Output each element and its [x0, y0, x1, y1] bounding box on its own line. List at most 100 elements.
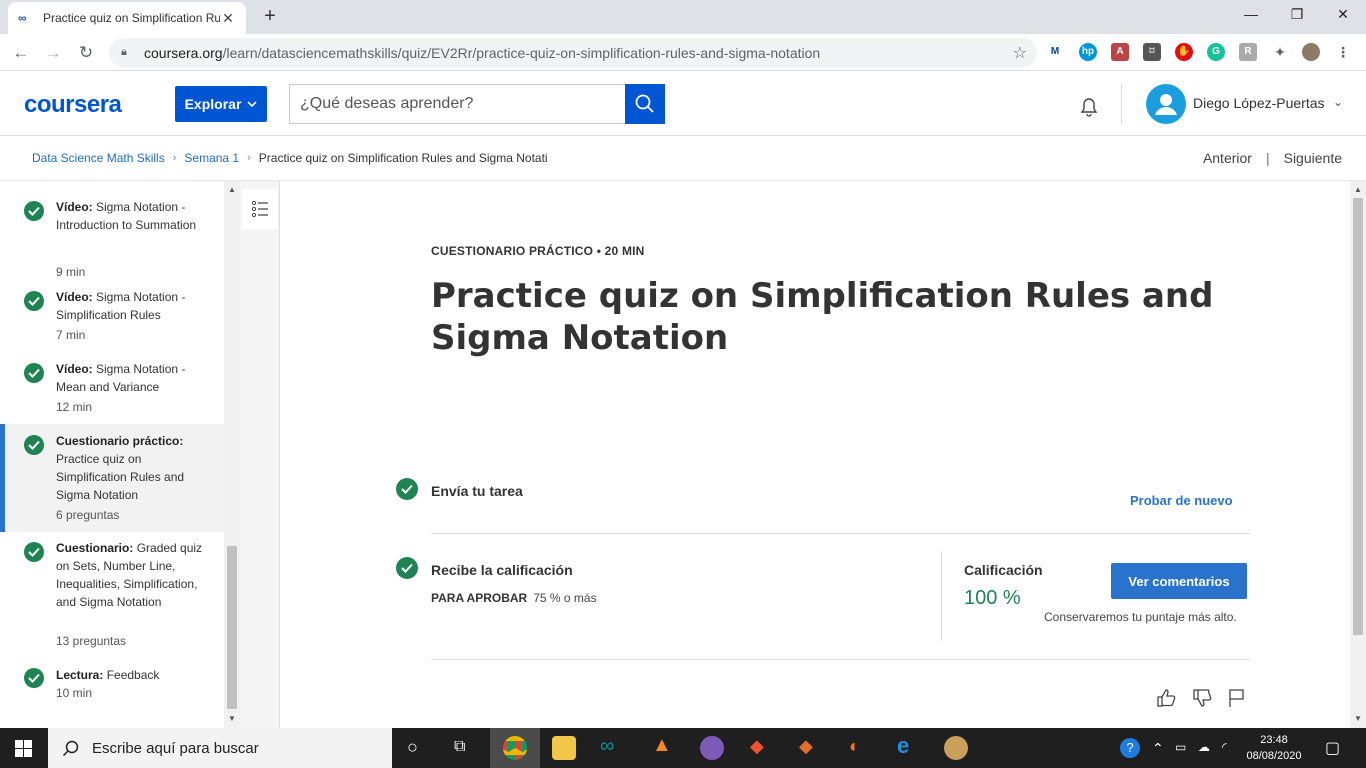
pass-value: 75 % o más: [533, 591, 597, 605]
explore-button[interactable]: Explorar: [175, 86, 267, 122]
item-duration: 12 min: [56, 400, 93, 414]
item-title: Practice quiz on Simplification Rules an…: [56, 452, 185, 502]
battery-icon[interactable]: ▭: [1175, 740, 1186, 754]
close-window-button[interactable]: ✕: [1320, 0, 1366, 30]
maximize-button[interactable]: ❐: [1274, 0, 1320, 30]
item-type: Cuestionario:: [56, 541, 134, 555]
sidebar-item-text: Cuestionario: Graded quiz on Sets, Numbe…: [56, 539, 206, 611]
taskbar-clock[interactable]: 23:48 08/08/2020: [1242, 732, 1306, 764]
browser-toolbar: ← → ↻ 🔒︎ coursera.org/learn/datasciencem…: [0, 34, 1366, 71]
sidebar-item-video-intro[interactable]: Vídeo: Sigma Notation - Introduction to …: [0, 191, 224, 281]
user-avatar[interactable]: [1146, 84, 1186, 124]
vertical-divider: [941, 551, 942, 641]
item-duration: 13 preguntas: [56, 634, 127, 648]
address-bar[interactable]: 🔒︎ coursera.org/learn/datasciencemathski…: [109, 38, 1037, 67]
extension-hp-icon[interactable]: hp: [1079, 43, 1097, 61]
bookmark-star-icon[interactable]: ☆: [1013, 43, 1027, 63]
scroll-down-icon[interactable]: ▼: [228, 714, 236, 723]
chrome-icon[interactable]: [503, 736, 527, 760]
search-button[interactable]: [625, 84, 665, 124]
git-gui-icon[interactable]: ◆: [799, 736, 813, 757]
item-duration: 9 min: [56, 265, 86, 279]
arduino-icon[interactable]: ∞: [600, 735, 614, 758]
taskbar-search-placeholder: Escribe aquí para buscar: [92, 739, 259, 757]
notifications-bell-icon[interactable]: [1076, 93, 1102, 119]
extensions-puzzle-icon[interactable]: ✦: [1271, 43, 1289, 61]
close-tab-icon[interactable]: ✕: [220, 10, 236, 27]
breadcrumb-course[interactable]: Data Science Math Skills: [32, 151, 165, 165]
vlc-icon[interactable]: ▲: [652, 734, 672, 757]
pass-label: PARA APROBAR: [431, 591, 528, 605]
coursera-logo[interactable]: coursera: [24, 91, 122, 119]
completed-check-icon: [24, 542, 44, 562]
divider: [431, 533, 1250, 534]
sidebar-item-practice-quiz[interactable]: Cuestionario práctico: Practice quiz on S…: [0, 424, 224, 532]
browser-tab[interactable]: ∞ Practice quiz on Simplification Ru ✕: [8, 2, 246, 34]
browser-menu-icon[interactable]: ⋮: [1334, 43, 1352, 61]
taskbar-search[interactable]: Escribe aquí para buscar: [48, 728, 392, 768]
url-host: coursera.org: [144, 44, 223, 61]
search-input[interactable]: ¿Qué deseas aprender?: [289, 84, 625, 124]
user-silhouette-icon: [1155, 94, 1177, 115]
scroll-up-icon[interactable]: ▲: [228, 185, 236, 194]
scroll-up-icon[interactable]: ▲: [1354, 185, 1362, 194]
sidebar-item-video-mean[interactable]: Vídeo: Sigma Notation - Mean and Varianc…: [0, 353, 224, 423]
windows-start-icon[interactable]: [15, 740, 32, 757]
main-content: CUESTIONARIO PRÁCTICO • 20 MIN Practice …: [281, 181, 1350, 728]
forward-button[interactable]: →: [40, 40, 66, 66]
sidebar-item-graded-quiz[interactable]: Cuestionario: Graded quiz on Sets, Numbe…: [0, 532, 224, 658]
sidebar-item-video-rules[interactable]: Vídeo: Sigma Notation - Simplification R…: [0, 281, 224, 353]
sidebar-item-text: Lectura: Feedback: [56, 666, 206, 684]
extension-screenshot-icon[interactable]: ⌑: [1143, 43, 1161, 61]
notification-center-icon[interactable]: ▢: [1325, 738, 1340, 758]
previous-link[interactable]: Anterior: [1203, 150, 1252, 166]
back-button[interactable]: ←: [8, 40, 34, 66]
header-divider: [1121, 83, 1122, 125]
scrollbar-thumb[interactable]: [1353, 198, 1363, 635]
new-tab-button[interactable]: +: [258, 5, 282, 29]
view-feedback-button[interactable]: Ver comentarios: [1111, 563, 1247, 599]
extension-movistar-icon[interactable]: M: [1046, 43, 1064, 61]
breadcrumb-week[interactable]: Semana 1: [184, 151, 239, 165]
user-menu-chevron-icon[interactable]: ⌄: [1333, 95, 1343, 109]
file-explorer-icon[interactable]: [552, 736, 576, 760]
thumbs-down-icon[interactable]: [1191, 687, 1213, 709]
reload-button[interactable]: ↻: [73, 40, 99, 66]
show-hidden-icons-chevron-icon[interactable]: ⌃: [1152, 740, 1164, 757]
network-cloud-icon[interactable]: ☁: [1198, 740, 1210, 754]
extension-r-icon[interactable]: R: [1239, 43, 1257, 61]
thumbs-up-icon[interactable]: [1155, 687, 1177, 709]
profile-avatar-icon[interactable]: [1302, 43, 1320, 61]
item-duration: 10 min: [56, 686, 93, 700]
search-icon: [635, 94, 654, 113]
nav-divider: |: [1265, 150, 1270, 166]
cortana-circle-icon[interactable]: ○: [407, 737, 418, 758]
edge-icon[interactable]: e: [897, 733, 909, 759]
tor-browser-icon[interactable]: [700, 736, 724, 760]
extension-grammarly-icon[interactable]: G: [1207, 43, 1225, 61]
main-scrollbar[interactable]: ▲ ▼: [1350, 181, 1366, 728]
paint-icon[interactable]: [944, 736, 968, 760]
retry-link[interactable]: Probar de nuevo: [1130, 493, 1233, 508]
extension-adblock-icon[interactable]: ✋: [1175, 43, 1193, 61]
task-view-icon[interactable]: ⧉: [454, 738, 465, 756]
sidebar-item-reading[interactable]: Lectura: Feedback 10 min: [0, 658, 224, 718]
sidebar-scrollbar[interactable]: ▲ ▼: [224, 181, 240, 728]
git-icon[interactable]: ◆: [750, 736, 764, 757]
scrollbar-thumb[interactable]: [227, 546, 237, 709]
flag-icon[interactable]: [1226, 687, 1248, 709]
help-tray-icon[interactable]: ?: [1120, 738, 1140, 758]
breadcrumb-separator-icon: ›: [172, 152, 177, 164]
completed-check-icon: [24, 668, 44, 688]
chevron-down-icon: [247, 100, 257, 107]
wifi-icon[interactable]: ◜: [1222, 740, 1227, 754]
extension-pdf-icon[interactable]: A: [1111, 43, 1129, 61]
scroll-down-icon[interactable]: ▼: [1354, 714, 1362, 723]
minimize-button[interactable]: —: [1228, 0, 1274, 30]
user-name[interactable]: Diego López-Puertas: [1193, 95, 1325, 111]
toggle-outline-button[interactable]: [242, 189, 278, 229]
next-link[interactable]: Siguiente: [1284, 150, 1342, 166]
quiz-kicker: CUESTIONARIO PRÁCTICO • 20 MIN: [431, 244, 645, 258]
grade-check-icon: [396, 557, 418, 579]
jupyter-icon[interactable]: ◐: [849, 736, 860, 757]
